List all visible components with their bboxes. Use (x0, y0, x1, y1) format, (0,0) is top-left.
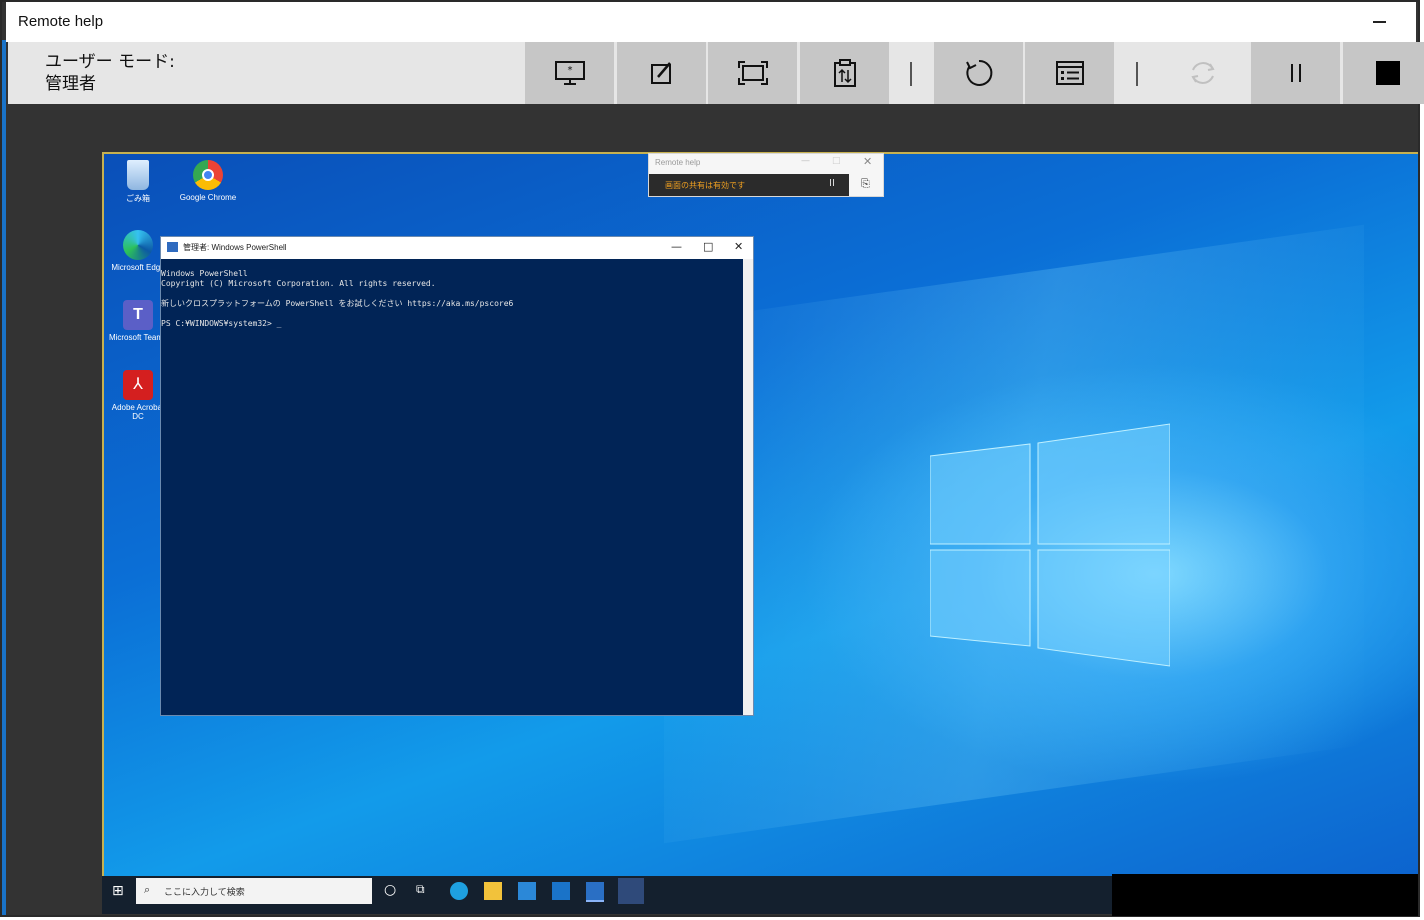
powershell-scrollbar[interactable] (743, 259, 753, 715)
display-icon: * (554, 61, 585, 85)
restart-button[interactable] (934, 42, 1023, 104)
mini-close-icon[interactable]: ✕ (863, 155, 872, 168)
mini-minimize-icon[interactable]: — (801, 156, 810, 166)
search-placeholder: ここに入力して検索 (164, 888, 245, 898)
stop-button[interactable] (1343, 42, 1424, 104)
powershell-title-bar: 管理者: Windows PowerShell — □ ✕ (161, 237, 753, 259)
pause-icon (1290, 64, 1301, 82)
powershell-taskbar-icon[interactable] (618, 878, 644, 904)
desktop-icon-label: Microsoft Teams (108, 333, 168, 342)
annotate-icon (650, 62, 671, 84)
desktop-icon-teams[interactable]: T Microsoft Teams (108, 300, 168, 342)
refresh-button[interactable] (1158, 42, 1247, 104)
desktop-icon-label: Google Chrome (179, 193, 237, 202)
console-line: Copyright (C) Microsoft Corporation. All… (161, 279, 436, 288)
mini-pause-icon[interactable]: II (829, 178, 835, 189)
restart-icon (965, 59, 992, 86)
svg-text:*: * (567, 65, 572, 76)
windows-logo (930, 423, 1170, 667)
cortana-icon[interactable]: ○ (384, 882, 402, 900)
powershell-window[interactable]: 管理者: Windows PowerShell — □ ✕ Windows Po… (160, 236, 754, 716)
remote-help-mini-window: Remote help — □ ✕ 画面の共有は有効です II ⎘ (648, 153, 884, 197)
fullscreen-icon (737, 61, 768, 85)
ps-maximize-icon[interactable]: □ (703, 240, 713, 253)
recycle-bin-icon (127, 160, 149, 190)
minimize-button[interactable] (1370, 10, 1390, 30)
title-bar: Remote help (6, 2, 1416, 42)
mini-window-title: Remote help (655, 158, 701, 167)
desktop-icon-edge[interactable]: Microsoft Edge (108, 230, 168, 272)
desktop-icon-label: Microsoft Edge (111, 263, 165, 272)
desktop-icon-acrobat[interactable]: ⅄ Adobe Acrobat DC (108, 370, 168, 421)
remote-help-taskbar-icon[interactable] (586, 882, 604, 902)
task-view-icon[interactable]: ⧉ (416, 882, 434, 900)
mini-clipboard-icon[interactable]: ⎘ (861, 177, 870, 191)
fullscreen-button[interactable] (708, 42, 797, 104)
annotate-button[interactable] (617, 42, 706, 104)
file-explorer-icon[interactable] (484, 882, 502, 900)
powershell-title: 管理者: Windows PowerShell (183, 243, 287, 252)
desktop-icon-label: ごみ箱 (126, 194, 150, 203)
start-icon[interactable]: ⊞ (112, 883, 124, 899)
task-manager-icon (1055, 61, 1084, 85)
console-line: PS C:¥WINDOWS¥system32> _ (161, 319, 282, 328)
window-edge (2, 40, 6, 915)
edge-taskbar-icon[interactable] (450, 882, 468, 900)
toolbar: ユーザー モード: 管理者 * (8, 42, 1424, 104)
sharing-status: 画面の共有は有効です (665, 181, 745, 190)
desktop-icon-label: Adobe Acrobat DC (111, 403, 165, 421)
display-select-button[interactable]: * (525, 42, 614, 104)
store-icon[interactable] (518, 882, 536, 900)
ps-close-icon[interactable]: ✕ (734, 240, 743, 253)
pause-button[interactable] (1251, 42, 1340, 104)
teams-icon: T (123, 300, 153, 330)
acrobat-icon: ⅄ (123, 370, 153, 400)
window-title: Remote help (18, 13, 104, 30)
toolbar-separator (910, 62, 912, 86)
toolbar-separator (1136, 62, 1138, 86)
mode-label: ユーザー モード: (45, 52, 175, 72)
stop-icon (1375, 61, 1400, 85)
taskbar-search-box[interactable]: ⌕ ここに入力して検索 (136, 878, 372, 904)
chrome-icon (193, 160, 223, 190)
clipboard-button[interactable] (800, 42, 889, 104)
ps-minimize-icon[interactable]: — (671, 240, 682, 253)
powershell-icon (167, 242, 178, 252)
console-line: Windows PowerShell (161, 269, 248, 278)
search-icon: ⌕ (144, 883, 151, 896)
clipboard-icon (833, 59, 856, 87)
user-mode: ユーザー モード: 管理者 (45, 51, 175, 95)
edge-icon (123, 230, 153, 260)
powershell-console[interactable]: Windows PowerShell Copyright (C) Microso… (161, 259, 743, 715)
desktop-icon-recycle-bin[interactable]: ごみ箱 (108, 160, 168, 204)
desktop-icon-chrome[interactable]: Google Chrome (178, 160, 238, 202)
mini-maximize-icon: □ (832, 156, 841, 166)
redacted-area (1112, 874, 1418, 916)
mode-value: 管理者 (45, 74, 96, 94)
refresh-icon (1190, 62, 1215, 84)
mail-icon[interactable] (552, 882, 570, 900)
task-manager-button[interactable] (1025, 42, 1114, 104)
sharing-status-bar: 画面の共有は有効です II (649, 174, 849, 196)
console-line: 新しいクロスプラットフォームの PowerShell をお試しください http… (161, 299, 514, 308)
